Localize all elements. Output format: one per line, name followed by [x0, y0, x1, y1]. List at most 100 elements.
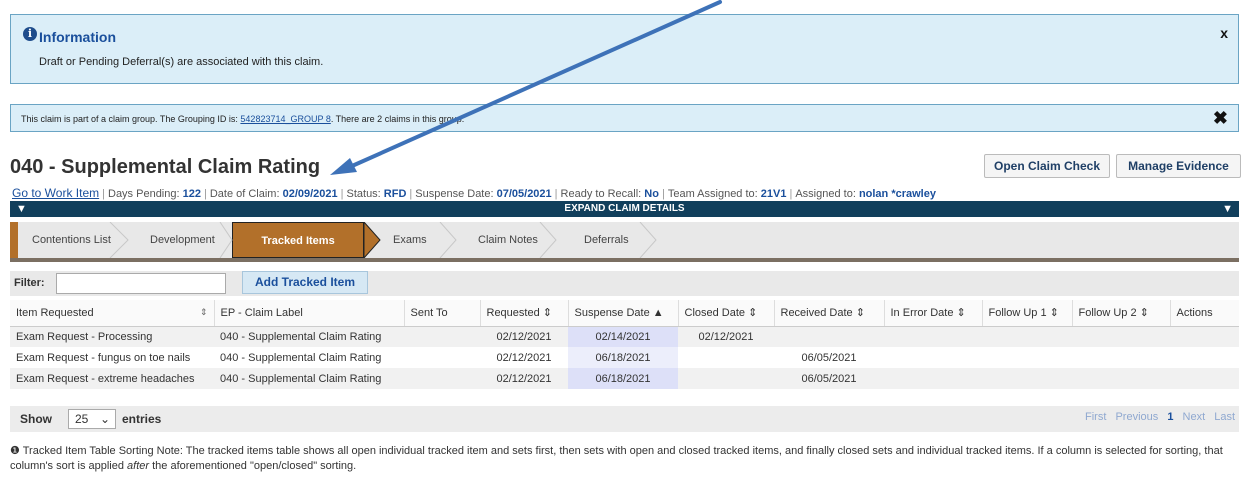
page-next[interactable]: Next — [1183, 411, 1206, 423]
cell-requested: 02/12/2021 — [480, 326, 568, 347]
info-title: Information — [39, 29, 116, 45]
group-notice-text: This claim is part of a claim group. The… — [21, 114, 464, 124]
col-sent-to[interactable]: Sent To — [404, 300, 481, 327]
caret-down-icon-right: ▼ — [1222, 203, 1233, 215]
cell-actions — [1170, 368, 1239, 389]
date-of-claim: 02/09/2021 — [282, 188, 338, 200]
group-suffix: . There are 2 claims in this group. — [330, 114, 465, 124]
sort-icon: ⇕ — [199, 306, 208, 317]
filter-bar: Filter: Add Tracked Item — [10, 271, 1239, 296]
go-to-work-item-link[interactable]: Go to Work Item — [12, 186, 99, 200]
chevron-down-icon: ⌄ — [99, 412, 110, 426]
cell-sent-to — [404, 326, 480, 347]
ready-to-recall-label: Ready to Recall: — [560, 188, 645, 200]
date-of-claim-label: Date of Claim: — [209, 188, 283, 200]
cell-follow-up-1 — [982, 347, 1072, 368]
col-follow-up-2[interactable]: Follow Up 2 ⇕ — [1072, 300, 1171, 327]
assigned-to: nolan *crawley — [858, 188, 936, 200]
filter-input[interactable] — [56, 273, 226, 294]
info-message: Draft or Pending Deferral(s) are associa… — [39, 56, 324, 68]
claim-group-notice: This claim is part of a claim group. The… — [10, 104, 1239, 132]
cell-requested: 02/12/2021 — [480, 347, 568, 368]
cell-actions — [1170, 347, 1239, 368]
cell-received — [774, 326, 884, 347]
info-close-button[interactable]: x — [1220, 25, 1228, 41]
table-row[interactable]: Exam Request - fungus on toe nails 040 -… — [10, 347, 1239, 368]
add-tracked-item-button[interactable]: Add Tracked Item — [242, 271, 368, 294]
suspense-date-label: Suspense Date: — [415, 188, 497, 200]
page-first[interactable]: First — [1085, 411, 1106, 423]
cell-suspense: 02/14/2021 — [568, 326, 678, 347]
cell-in-error — [884, 368, 982, 389]
entries-label: entries — [122, 412, 162, 426]
cell-sent-to — [404, 368, 480, 389]
col-item-requested[interactable]: Item Requested ⇕ — [10, 300, 215, 327]
group-prefix: This claim is part of a claim group. The… — [21, 114, 241, 124]
cell-received: 06/05/2021 — [774, 368, 884, 389]
sort-icon: ⇕ — [748, 307, 758, 320]
grouping-id-link[interactable]: 542823714_GROUP 8 — [240, 114, 330, 124]
cell-suspense: 06/18/2021 — [568, 347, 678, 368]
workflow-steps: Contentions List Development Tracked Ite… — [10, 222, 1239, 262]
cell-in-error — [884, 326, 982, 347]
page-current[interactable]: 1 — [1167, 411, 1173, 423]
open-claim-check-button[interactable]: Open Claim Check — [984, 154, 1110, 178]
pagination: First Previous 1 Next Last — [1079, 411, 1235, 423]
ready-to-recall: No — [644, 188, 659, 200]
table-footer: Show 25 ⌄ entries First Previous 1 Next … — [10, 406, 1239, 432]
cell-actions — [1170, 326, 1239, 347]
sort-icon: ⇕ — [956, 307, 966, 320]
step-chevrons — [109, 222, 657, 258]
col-ep-claim-label[interactable]: EP - Claim Label — [214, 300, 405, 327]
cell-follow-up-2 — [1072, 368, 1170, 389]
entries-select[interactable]: 25 ⌄ — [68, 409, 116, 429]
sort-icon: ⇕ — [1139, 307, 1149, 320]
note-text-2: the aforementioned "open/closed" sorting… — [149, 460, 357, 472]
table-row[interactable]: Exam Request - Processing 040 - Suppleme… — [10, 326, 1239, 347]
col-follow-up-1[interactable]: Follow Up 1 ⇕ — [982, 300, 1073, 327]
sort-icon: ⇕ — [1049, 307, 1059, 320]
days-pending: 122 — [182, 188, 201, 200]
expand-claim-details-bar[interactable]: ▼ EXPAND CLAIM DETAILS ▼ — [10, 201, 1239, 217]
cell-ep: 040 - Supplemental Claim Rating — [214, 326, 404, 347]
page-last[interactable]: Last — [1214, 411, 1235, 423]
cell-closed — [678, 347, 774, 368]
info-circle-icon: ❶ — [10, 445, 20, 457]
cell-follow-up-2 — [1072, 326, 1170, 347]
col-closed-date[interactable]: Closed Date ⇕ — [678, 300, 775, 327]
suspense-date: 07/05/2021 — [496, 188, 552, 200]
group-close-button[interactable]: ✖ — [1213, 108, 1228, 129]
status-value: RFD — [383, 188, 407, 200]
cell-closed — [678, 368, 774, 389]
cell-requested: 02/12/2021 — [480, 368, 568, 389]
sort-asc-icon: ▲ — [652, 306, 664, 319]
sort-icon: ⇕ — [542, 307, 552, 320]
cell-ep: 040 - Supplemental Claim Rating — [214, 368, 404, 389]
cell-suspense: 06/18/2021 — [568, 368, 678, 389]
col-suspense-date[interactable]: Suspense Date ▲ — [568, 300, 679, 327]
expand-label: EXPAND CLAIM DETAILS — [564, 203, 685, 214]
col-in-error-date[interactable]: In Error Date ⇕ — [884, 300, 983, 327]
cell-item: Exam Request - extreme headaches — [10, 368, 214, 389]
filter-label: Filter: — [14, 277, 45, 289]
col-requested[interactable]: Requested ⇕ — [480, 300, 569, 327]
page-previous[interactable]: Previous — [1115, 411, 1158, 423]
cell-follow-up-2 — [1072, 347, 1170, 368]
status-label: Status: — [346, 188, 384, 200]
cell-follow-up-1 — [982, 326, 1072, 347]
table-row[interactable]: Exam Request - extreme headaches 040 - S… — [10, 368, 1239, 389]
team-assigned: 21V1 — [760, 188, 787, 200]
show-label: Show — [20, 412, 52, 426]
cell-closed: 02/12/2021 — [678, 326, 774, 347]
cell-item: Exam Request - Processing — [10, 326, 214, 347]
claim-meta: Go to Work Item | Days Pending: 122 | Date o… — [12, 186, 936, 200]
col-actions: Actions — [1170, 300, 1239, 327]
info-banner: i Information Draft or Pending Deferral(… — [10, 14, 1239, 84]
info-icon: i — [23, 27, 37, 41]
col-received-date[interactable]: Received Date ⇕ — [774, 300, 885, 327]
cell-ep: 040 - Supplemental Claim Rating — [214, 347, 404, 368]
cell-received: 06/05/2021 — [774, 347, 884, 368]
manage-evidence-button[interactable]: Manage Evidence — [1116, 154, 1241, 178]
cell-item: Exam Request - fungus on toe nails — [10, 347, 214, 368]
caret-down-icon: ▼ — [16, 203, 27, 215]
